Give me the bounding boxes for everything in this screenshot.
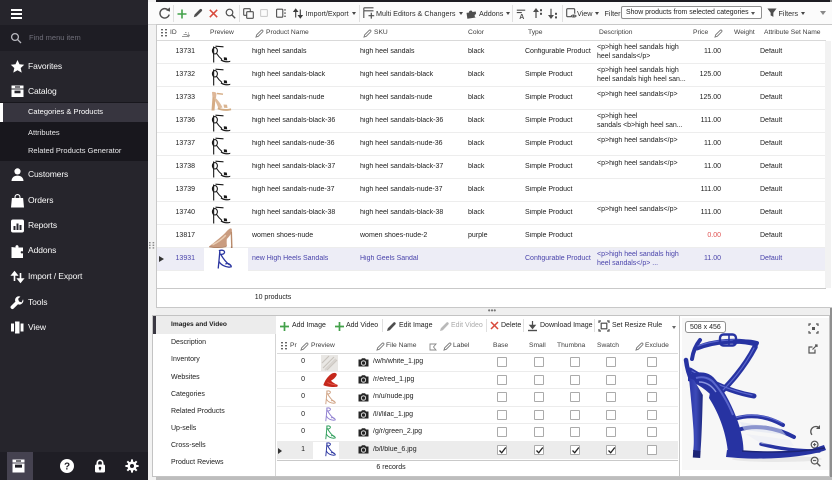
svg-text:A: A	[519, 13, 524, 18]
svg-text:?: ?	[64, 462, 70, 473]
